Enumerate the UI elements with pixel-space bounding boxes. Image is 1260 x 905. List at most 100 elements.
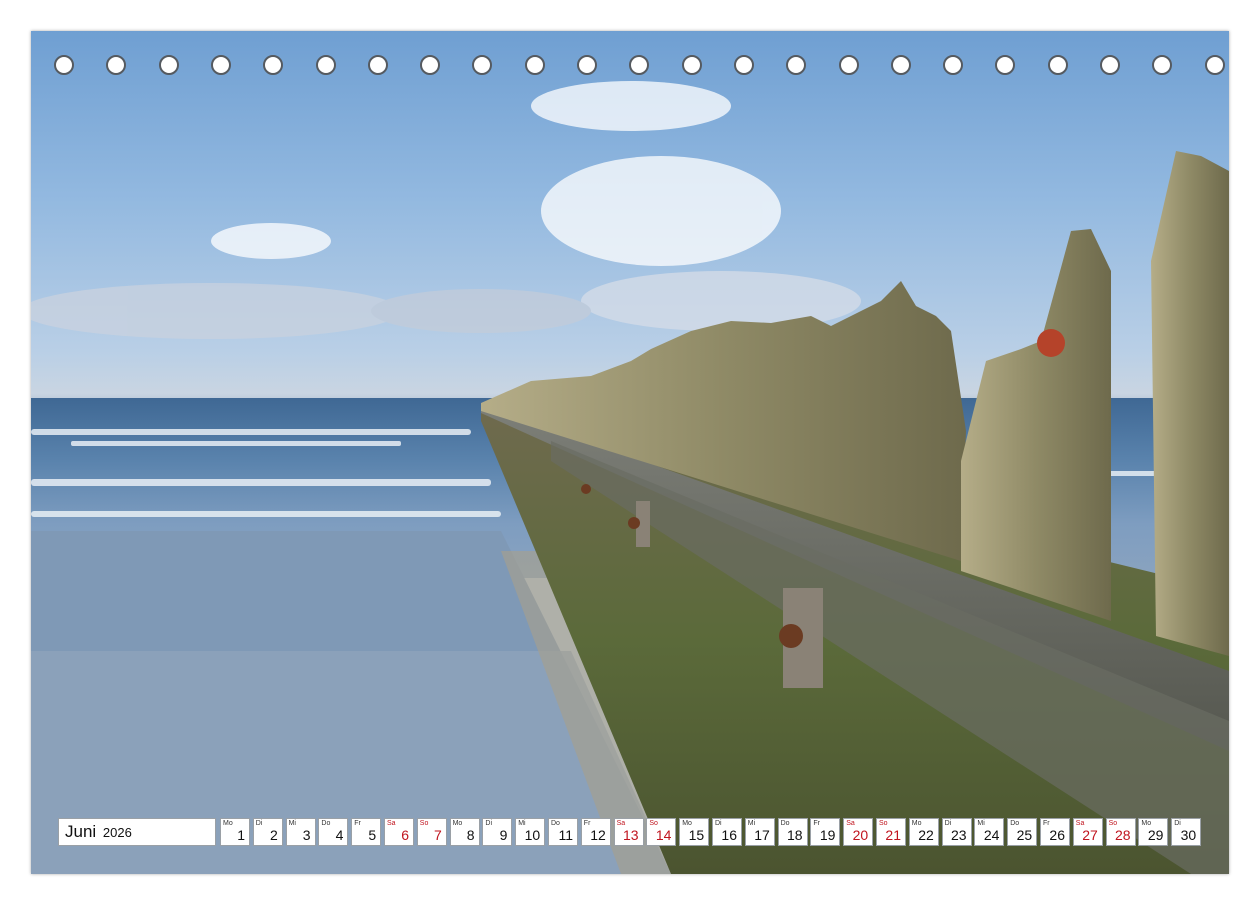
day-cell: Sa 20 — [843, 818, 874, 846]
binding-hole — [210, 55, 231, 75]
day-number: 26 — [1049, 827, 1065, 843]
day-cell: Di 16 — [712, 818, 742, 846]
day-number: 23 — [951, 827, 967, 843]
weekday-label: Mi — [747, 820, 756, 827]
binding-hole — [577, 55, 597, 75]
binding-hole — [733, 55, 754, 75]
clouds — [31, 81, 861, 339]
day-cell: Di 23 — [941, 818, 972, 846]
day-number: 9 — [499, 827, 508, 843]
day-number: 7 — [434, 827, 442, 843]
beach-groyne-photo — [31, 31, 1229, 874]
day-number: 1 — [237, 827, 245, 843]
weekday-label: Mo — [223, 820, 233, 827]
day-cell: Mi 17 — [744, 818, 775, 846]
binding-hole — [890, 55, 911, 75]
weekday-label: Di — [1174, 820, 1181, 827]
weekday-label: Mi — [977, 820, 985, 827]
day-cell: Mo 1 — [220, 818, 250, 846]
day-cell: Do 4 — [318, 818, 349, 846]
binding-hole — [367, 55, 388, 75]
binding-hole — [786, 55, 807, 75]
weekday-label: So — [879, 820, 888, 827]
binding-hole — [1047, 55, 1068, 75]
day-cell: Sa 13 — [613, 818, 644, 846]
binding-hole — [420, 55, 441, 75]
day-number: 21 — [885, 827, 901, 843]
year-label: 2026 — [102, 825, 132, 840]
weekday-label: Di — [485, 820, 493, 827]
day-cell: Mo 15 — [679, 818, 710, 846]
spiral-binding — [0, 0, 1260, 80]
weekday-label: Mo — [911, 820, 922, 827]
day-number: 29 — [1147, 827, 1164, 843]
day-cell: Do 25 — [1007, 818, 1038, 846]
day-cell: Sa 27 — [1072, 818, 1103, 846]
day-cell: Fr 26 — [1040, 818, 1070, 846]
day-number: 4 — [335, 827, 344, 843]
weekday-label: Do — [1010, 820, 1020, 827]
day-number: 17 — [754, 827, 770, 843]
weekday-label: Sa — [1075, 820, 1085, 827]
photo-illustration — [31, 81, 1229, 874]
day-number: 30 — [1180, 827, 1197, 843]
binding-hole — [1100, 55, 1120, 75]
binding-hole — [995, 55, 1016, 75]
day-cell: Mi 3 — [285, 818, 316, 846]
day-number: 11 — [558, 827, 573, 843]
day-number: 15 — [688, 827, 705, 843]
day-number: 10 — [524, 827, 541, 843]
weekday-label: Sa — [846, 820, 855, 827]
day-number: 14 — [655, 827, 672, 843]
day-number: 2 — [270, 827, 278, 843]
day-number: 20 — [852, 827, 869, 843]
weekday-label: Do — [321, 820, 331, 827]
day-number: 19 — [819, 827, 836, 843]
red-stone — [1037, 329, 1065, 357]
weekday-label: Mi — [518, 820, 526, 827]
day-number: 6 — [401, 827, 409, 843]
month-name: Juni — [65, 822, 97, 841]
binding-hole — [838, 55, 859, 75]
day-number: 3 — [302, 827, 311, 843]
binding-hole — [943, 55, 964, 75]
binding-hole — [681, 55, 702, 75]
day-number: 27 — [1082, 827, 1098, 843]
binding-hole — [1152, 55, 1173, 75]
binding-hole — [524, 55, 545, 75]
weekday-label: Do — [551, 820, 560, 827]
day-cell: Fr 5 — [351, 818, 382, 846]
day-cell: So 7 — [416, 818, 447, 846]
day-number: 18 — [787, 827, 803, 843]
weekday-label: Mi — [288, 820, 296, 827]
weekday-label: Di — [944, 820, 952, 827]
day-cell: So 21 — [876, 818, 906, 846]
weekday-label: Sa — [616, 820, 626, 827]
day-cell: Di 9 — [482, 818, 513, 846]
day-cell: Do 18 — [777, 818, 808, 846]
day-number: 12 — [590, 827, 606, 843]
day-number: 28 — [1115, 827, 1131, 843]
weekday-label: Mo — [1141, 820, 1152, 827]
weekday-label: Fr — [354, 820, 361, 827]
binding-hole — [629, 55, 650, 75]
day-cell: Mo 29 — [1138, 818, 1169, 846]
binding-hole — [106, 55, 127, 75]
day-cell: So 28 — [1105, 818, 1136, 846]
day-cell: Fr 12 — [580, 818, 611, 846]
day-number: 8 — [466, 827, 475, 843]
day-number: 16 — [721, 827, 737, 843]
weekday-label: Fr — [813, 820, 820, 827]
day-cell: Sa 6 — [384, 818, 414, 846]
weekday-label: Fr — [583, 820, 591, 827]
weekday-label: Di — [715, 820, 722, 827]
day-cell: Di 2 — [252, 818, 283, 846]
day-cell: Do 11 — [548, 818, 578, 846]
day-cell: Mo 22 — [908, 818, 939, 846]
day-cell: Mi 10 — [515, 818, 546, 846]
day-cell: Mo 8 — [449, 818, 480, 846]
binding-hole — [263, 55, 284, 75]
day-cell: Fr 19 — [810, 818, 841, 846]
month-label: Juni 2026 — [58, 818, 216, 846]
calendar-strip: Juni 2026 Mo 1 Di 2 Mi 3 Do 4 Fr 5 Sa 6 So 7 Mo 8 Di 9 Mi 1… — [58, 818, 1203, 846]
